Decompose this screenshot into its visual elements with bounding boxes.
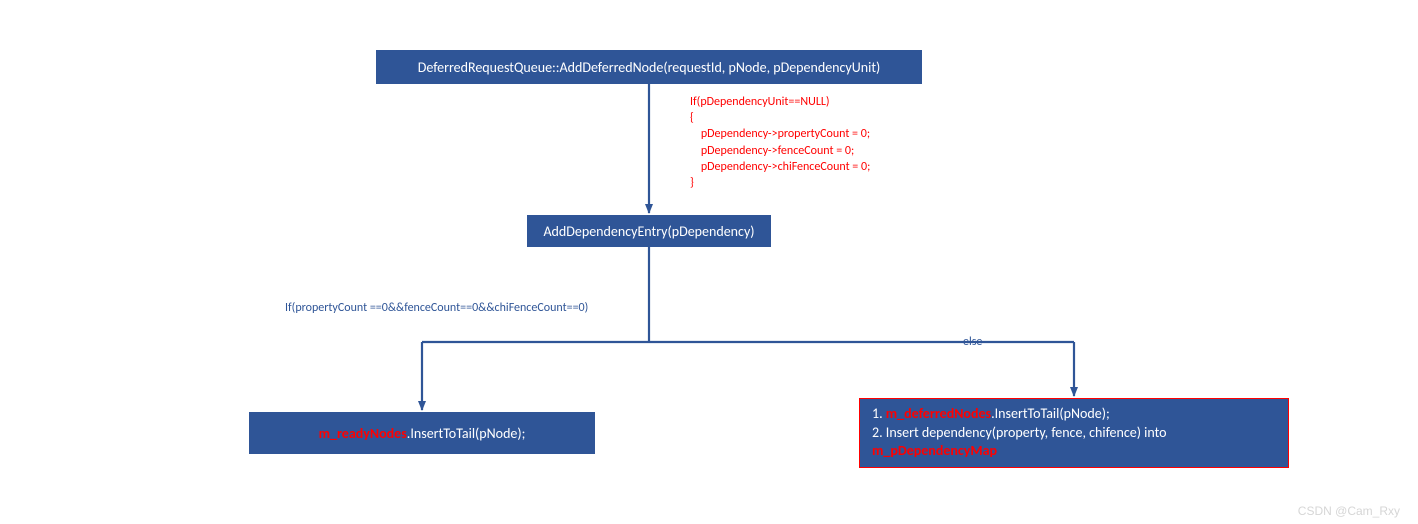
node-add-deferred-node-label: DeferredRequestQueue::AddDeferredNode(re…: [418, 59, 881, 76]
watermark: CSDN @Cam_Rxy: [1298, 504, 1400, 518]
node-deferred-nodes-insert-content: 1. m_deferredNodes.InsertToTail(pNode); …: [872, 405, 1167, 462]
node-add-deferred-node: DeferredRequestQueue::AddDeferredNode(re…: [376, 50, 922, 84]
node-deferred-nodes-insert: 1. m_deferredNodes.InsertToTail(pNode); …: [859, 398, 1289, 468]
dependency-map-emphasis: m_pDependencyMap: [872, 442, 1167, 461]
branch-condition-left: If(propertyCount ==0&&fenceCount==0&&chi…: [285, 300, 588, 316]
node-add-dependency-entry-label: AddDependencyEntry(pDependency): [543, 223, 754, 240]
deferred-nodes-emphasis: m_deferredNodes: [886, 405, 991, 422]
annotation-null-check-code: If(pDependencyUnit==NULL) { pDependency-…: [690, 94, 870, 191]
branch-condition-right: else: [963, 334, 982, 350]
right-line1-pre: 1.: [872, 405, 886, 422]
right-line1-post: .InsertToTail(pNode);: [991, 405, 1110, 422]
right-line2: 2. Insert dependency(property, fence, ch…: [872, 424, 1167, 443]
node-add-dependency-entry: AddDependencyEntry(pDependency): [527, 215, 771, 247]
ready-nodes-tail: .InsertToTail(pNode);: [407, 425, 526, 442]
node-ready-nodes-insert-content: m_readyNodes.InsertToTail(pNode);: [319, 425, 526, 442]
node-ready-nodes-insert: m_readyNodes.InsertToTail(pNode);: [249, 412, 595, 454]
ready-nodes-emphasis: m_readyNodes: [319, 425, 407, 442]
